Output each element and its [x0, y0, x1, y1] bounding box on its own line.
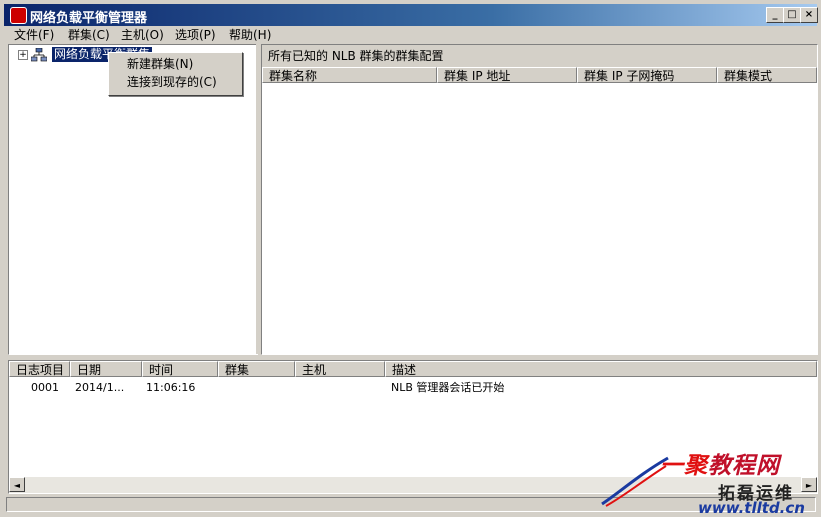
watermark-brand: 一聚教程网 [660, 446, 780, 480]
cluster-config-pane[interactable]: 所有已知的 NLB 群集的群集配置 群集名称 群集 IP 地址 群集 IP 子网… [261, 44, 818, 355]
log-column-header-row: 日志项目 日期 时间 群集 主机 描述 [9, 361, 817, 377]
log-entry-id: 0001 [31, 381, 59, 394]
pane-caption: 所有已知的 NLB 群集的群集配置 [262, 45, 817, 67]
col-cluster-subnet-mask[interactable]: 群集 IP 子网掩码 [577, 67, 717, 83]
minimize-button[interactable]: _ [766, 7, 784, 23]
title-bar[interactable]: 网络负载平衡管理器 _ □ × [4, 4, 818, 26]
col-log-description[interactable]: 描述 [385, 361, 817, 377]
watermark-url: www.tlltd.cn [698, 499, 805, 517]
menu-item-connect-existing[interactable]: 连接到现存的(C) [127, 74, 217, 91]
maximize-button[interactable]: □ [783, 7, 801, 23]
col-log-entry[interactable]: 日志项目 [9, 361, 70, 377]
menu-options[interactable]: 选项(P) [175, 26, 216, 44]
scroll-left-icon[interactable]: ◄ [9, 477, 25, 492]
menu-cluster[interactable]: 群集(C) [68, 26, 110, 44]
menu-host[interactable]: 主机(O) [121, 26, 164, 44]
log-entry-description: NLB 管理器会话已开始 [391, 381, 505, 394]
tree-context-menu: 新建群集(N) 连接到现存的(C) [108, 52, 243, 96]
vertical-splitter[interactable] [256, 44, 260, 354]
col-log-time[interactable]: 时间 [142, 361, 218, 377]
log-entry-time: 11:06:16 [146, 381, 196, 394]
menu-bar: 文件(F) 群集(C) 主机(O) 选项(P) 帮助(H) [4, 26, 817, 44]
col-log-cluster[interactable]: 群集 [218, 361, 295, 377]
log-entry-date: 2014/1... [75, 381, 125, 394]
nlb-manager-window: 网络负载平衡管理器 _ □ × 文件(F) 群集(C) 主机(O) 选项(P) … [0, 0, 821, 517]
col-log-host[interactable]: 主机 [295, 361, 385, 377]
watermark-brand-b: 教程网 [708, 453, 780, 479]
col-cluster-ip[interactable]: 群集 IP 地址 [437, 67, 577, 83]
site-watermark: 一聚教程网 拓磊运维 www.tlltd.cn [600, 446, 820, 517]
watermark-brand-a: 一聚 [660, 453, 708, 479]
window-title: 网络负载平衡管理器 [30, 11, 148, 26]
menu-item-new-cluster[interactable]: 新建群集(N) [127, 56, 193, 73]
col-log-date[interactable]: 日期 [70, 361, 142, 377]
col-cluster-mode[interactable]: 群集模式 [717, 67, 817, 83]
menu-help[interactable]: 帮助(H) [229, 26, 271, 44]
cluster-column-header-row: 群集名称 群集 IP 地址 群集 IP 子网掩码 群集模式 [262, 67, 817, 83]
cluster-network-icon [31, 48, 47, 62]
col-cluster-name[interactable]: 群集名称 [262, 67, 437, 83]
nlb-app-icon [10, 7, 27, 24]
menu-file[interactable]: 文件(F) [14, 26, 54, 44]
tree-expander-plus-icon[interactable]: + [18, 50, 28, 60]
close-button[interactable]: × [800, 7, 818, 23]
